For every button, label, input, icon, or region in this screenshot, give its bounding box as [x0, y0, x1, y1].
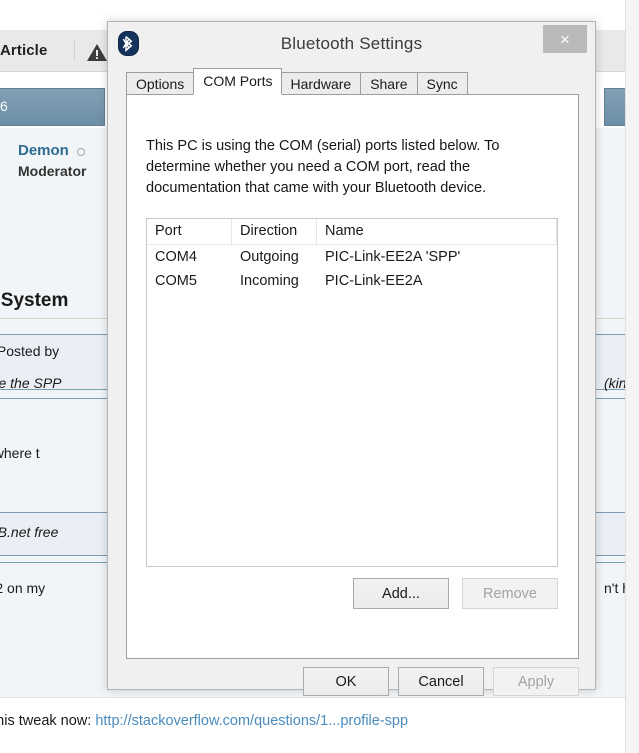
- tab-share[interactable]: Share: [360, 72, 416, 95]
- column-header-port[interactable]: Port: [147, 219, 232, 244]
- cancel-button[interactable]: Cancel: [398, 667, 484, 696]
- apply-button: Apply: [493, 667, 579, 696]
- cell-port: COM5: [147, 269, 232, 293]
- post-footer-prefix: ng this tweak now:: [0, 713, 95, 729]
- bluetooth-settings-dialog: Bluetooth Settings × Options COM Ports H…: [107, 21, 596, 690]
- cell-port: COM4: [147, 245, 232, 269]
- tab-sync[interactable]: Sync: [417, 72, 468, 95]
- quote-body: u use the SPP: [0, 375, 62, 391]
- ok-button[interactable]: OK: [303, 667, 389, 696]
- com-ports-listbox[interactable]: Port Direction Name COM4 Outgoing PIC-Li…: [146, 218, 558, 567]
- remove-button: Remove: [462, 578, 558, 609]
- cell-direction: Incoming: [232, 269, 317, 293]
- panel-description: This PC is using the COM (serial) ports …: [146, 136, 546, 199]
- dialog-titlebar[interactable]: Bluetooth Settings ×: [108, 22, 595, 68]
- add-button[interactable]: Add...: [353, 578, 449, 609]
- user-status-icon: [77, 148, 85, 156]
- list-action-buttons: Add... Remove: [146, 578, 558, 609]
- post-text-1: ow/where t: [0, 445, 40, 461]
- post-text-2: er VB.net free: [0, 524, 58, 540]
- thread-banner-left: [0, 88, 105, 126]
- post-text-3: 2002 on my: [0, 580, 45, 596]
- cell-direction: Outgoing: [232, 245, 317, 269]
- page-scrollbar[interactable]: [625, 0, 639, 753]
- table-row[interactable]: COM4 Outgoing PIC-Link-EE2A 'SPP': [147, 245, 557, 269]
- com-ports-panel: This PC is using the COM (serial) ports …: [126, 94, 579, 659]
- cell-name: PIC-Link-EE2A: [317, 269, 557, 293]
- close-button[interactable]: ×: [543, 25, 587, 53]
- post-footer-text: ng this tweak now: http://stackoverflow.…: [0, 713, 408, 729]
- post-footer-link[interactable]: http://stackoverflow.com/questions/1...p…: [95, 713, 408, 729]
- column-header-name[interactable]: Name: [317, 219, 557, 244]
- tab-com-ports[interactable]: COM Ports: [193, 68, 282, 95]
- dialog-footer-buttons: OK Cancel Apply: [126, 667, 579, 696]
- cell-name: PIC-Link-EE2A 'SPP': [317, 245, 557, 269]
- table-row[interactable]: COM5 Incoming PIC-Link-EE2A: [147, 269, 557, 293]
- warning-triangle-icon: [86, 42, 108, 62]
- quote-attribution: ally Posted by: [0, 343, 59, 359]
- topbar-article-label: Article: [0, 42, 47, 59]
- tab-strip: Options COM Ports Hardware Share Sync: [126, 68, 579, 95]
- tab-options[interactable]: Options: [126, 72, 193, 95]
- close-icon: ×: [560, 31, 570, 48]
- tab-hardware[interactable]: Hardware: [281, 72, 360, 95]
- post-author-role: Moderator: [18, 163, 86, 179]
- topbar-divider: [74, 41, 75, 61]
- column-header-direction[interactable]: Direction: [232, 219, 317, 244]
- thread-heading: ntory System: [0, 290, 68, 312]
- post-author-name[interactable]: Demon: [18, 142, 69, 159]
- thread-banner-text: 6: [0, 98, 8, 114]
- table-header-row: Port Direction Name: [147, 219, 557, 245]
- dialog-title: Bluetooth Settings: [108, 34, 595, 54]
